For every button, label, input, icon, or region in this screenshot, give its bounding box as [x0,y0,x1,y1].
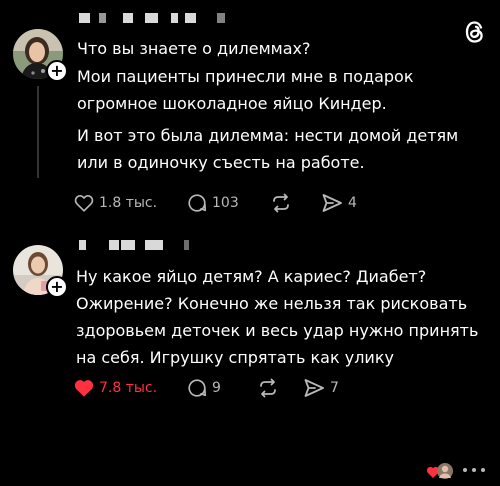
share-button[interactable]: 4 [320,191,357,215]
share-count: 7 [330,380,339,396]
post-text: Ну какое яйцо детям? А кариес? Диабет? О… [76,263,478,371]
post-text-line: или в одиночку съесть на работе. [77,153,365,172]
liked-by-author-badge [426,460,454,482]
repost-button[interactable] [256,376,284,400]
repost-icon [269,191,293,215]
post-text-line: здоровьем деточек и весь удар нужно прин… [76,321,479,340]
follow-plus-button[interactable]: + [46,60,68,82]
share-count: 4 [348,195,357,211]
post-2: + Ну какое яйцо детям? А кариес? Диабет?… [0,225,500,479]
post-text-line: Ну какое яйцо детям? А кариес? Диабет? [76,267,427,286]
post-text-line: Что вы знаете о дилеммах? [77,39,311,58]
post-text: Что вы знаете о дилеммах? Мои пациенты п… [77,35,458,176]
post-actions: 7.8 тыс. 9 7 [73,376,373,400]
follow-plus-button[interactable]: + [46,276,68,298]
reply-bubble-icon [186,192,208,214]
post-text-line: И вот это была дилемма: нести домой детя… [77,126,459,145]
repost-icon [256,376,280,400]
post-text-line: Мои пациенты принесли мне в подарок [77,67,414,86]
send-icon [320,191,344,215]
username[interactable] [79,240,199,250]
reply-button[interactable]: 9 [186,376,221,400]
reply-count: 103 [212,195,239,211]
like-count: 1.8 тыс. [99,195,158,211]
repost-button[interactable] [269,191,297,215]
heart-icon [73,192,95,214]
like-button[interactable]: 1.8 тыс. [73,191,157,215]
username[interactable] [79,13,229,23]
reply-button[interactable]: 103 [186,191,239,215]
send-icon [302,376,326,400]
heart-filled-icon [73,377,95,399]
more-options-icon[interactable] [461,461,487,473]
share-button[interactable]: 7 [302,376,339,400]
reply-bubble-icon [186,377,208,399]
thread-line [37,86,39,178]
like-count: 7.8 тыс. [99,380,158,396]
post-1: + Что вы знаете о дилеммах? Мои пациенты… [0,0,500,225]
post-text-line: на себя. Игрушку спрятать как улику [76,348,394,367]
post-text-line: огромное шоколадное яйцо Киндер. [77,94,387,113]
like-button[interactable]: 7.8 тыс. [73,376,157,400]
reply-count: 9 [212,380,221,396]
post-actions: 1.8 тыс. 103 4 [73,191,373,215]
post-text-line: Ожирение? Конечно же нельзя так рисковат… [76,294,468,313]
